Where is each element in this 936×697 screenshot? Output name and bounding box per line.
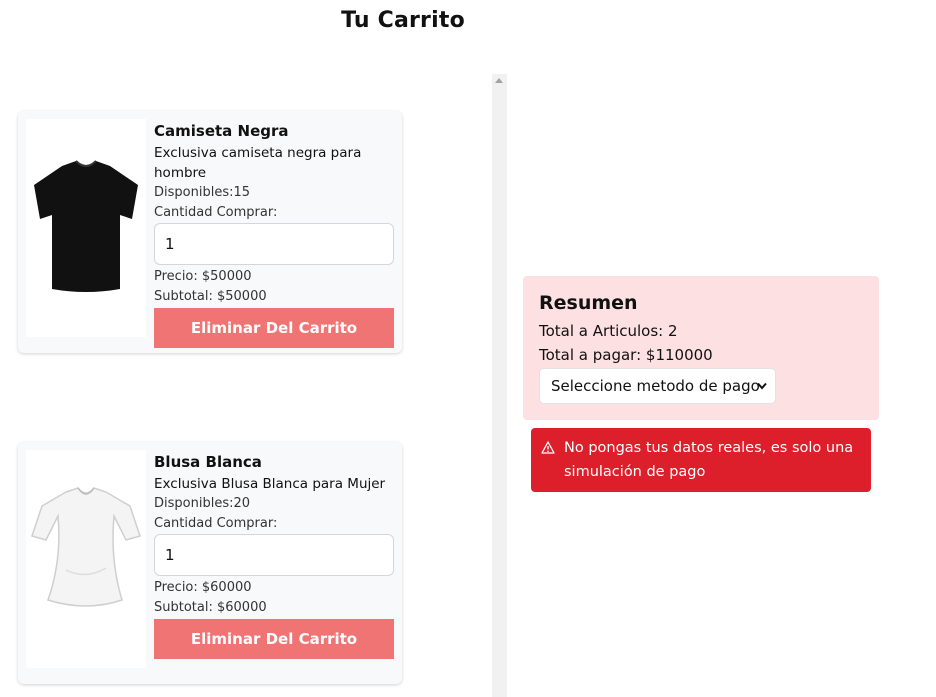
product-image	[26, 450, 146, 668]
alert-text: No pongas tus datos reales, es solo una …	[564, 440, 854, 480]
product-price: Precio: $60000	[154, 580, 252, 595]
total-items: Total a Articulos: 2	[539, 322, 678, 340]
product-info: Blusa Blanca Exclusiva Blusa Blanca para…	[154, 450, 394, 659]
product-subtotal: Subtotal: $60000	[154, 600, 267, 615]
white-blouse-icon	[31, 487, 141, 607]
product-subtotal: Subtotal: $50000	[154, 289, 267, 304]
product-card: Camiseta Negra Exclusiva camiseta negra …	[18, 111, 402, 353]
payment-method-select[interactable]: Seleccione metodo de pago	[539, 368, 776, 404]
quantity-input[interactable]	[154, 223, 394, 265]
product-name: Blusa Blanca	[154, 453, 262, 471]
total-pay: Total a pagar: $110000	[539, 346, 713, 364]
product-stock: Disponibles:15	[154, 185, 251, 200]
warning-triangle-icon	[541, 441, 555, 454]
product-stock: Disponibles:20	[154, 496, 251, 511]
remove-from-cart-button[interactable]: Eliminar Del Carrito	[154, 308, 394, 348]
product-description: Exclusiva Blusa Blanca para Mujer	[154, 476, 386, 492]
product-card: Blusa Blanca Exclusiva Blusa Blanca para…	[18, 442, 402, 684]
chevron-down-icon	[757, 382, 767, 390]
scrollbar[interactable]	[492, 74, 507, 697]
warning-alert: No pongas tus datos reales, es solo una …	[531, 428, 871, 492]
quantity-input[interactable]	[154, 534, 394, 576]
cart-list: Camiseta Negra Exclusiva camiseta negra …	[0, 0, 492, 697]
black-tshirt-icon	[34, 160, 138, 292]
payment-select-value: Seleccione metodo de pago	[551, 377, 760, 395]
product-image	[26, 119, 146, 337]
quantity-label: Cantidad Comprar:	[154, 205, 278, 220]
product-description: Exclusiva camiseta negra para hombre	[154, 145, 362, 181]
summary-card: Resumen Total a Articulos: 2 Total a pag…	[523, 276, 879, 420]
scroll-up-arrow-icon[interactable]	[495, 78, 503, 83]
product-name: Camiseta Negra	[154, 122, 289, 140]
remove-from-cart-button[interactable]: Eliminar Del Carrito	[154, 619, 394, 659]
quantity-label: Cantidad Comprar:	[154, 516, 278, 531]
summary-title: Resumen	[539, 292, 638, 314]
product-info: Camiseta Negra Exclusiva camiseta negra …	[154, 119, 394, 348]
product-price: Precio: $50000	[154, 269, 252, 284]
